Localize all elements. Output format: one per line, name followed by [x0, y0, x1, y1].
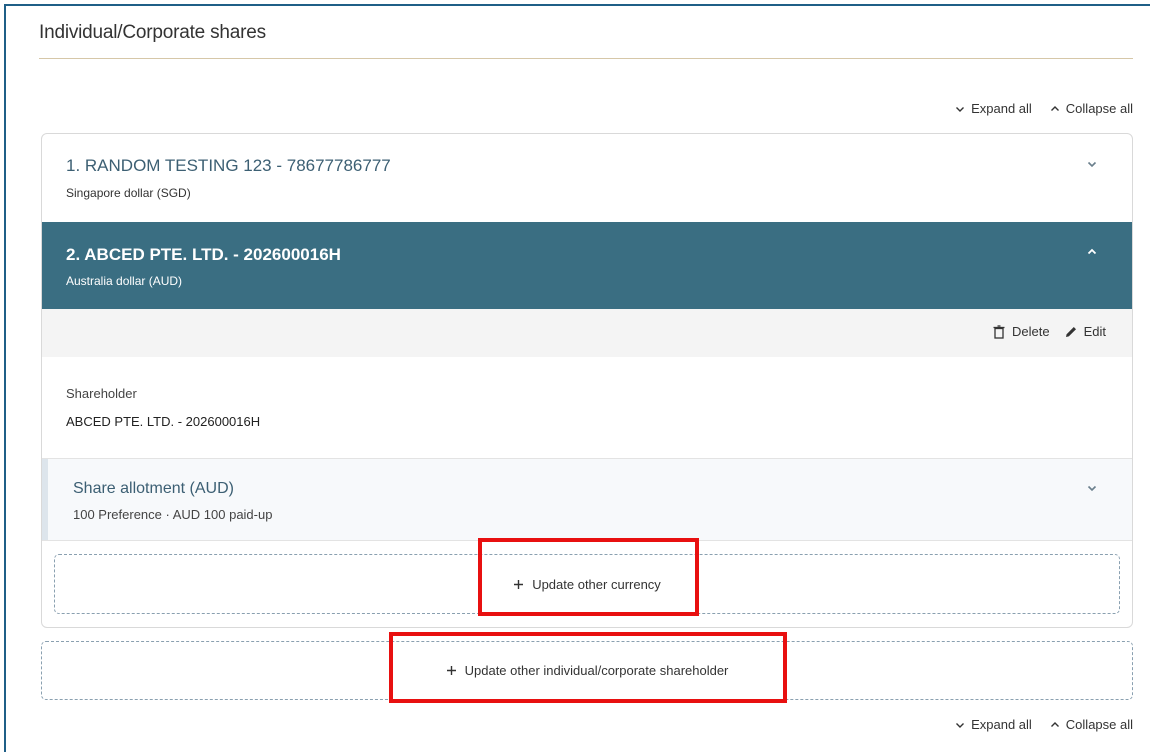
shareholder-accordion: 1. RANDOM TESTING 123 - 78677786777 Sing… — [41, 133, 1133, 628]
allotment-accent-bar — [42, 459, 48, 540]
expand-all-link-bottom[interactable]: Expand all — [955, 717, 1032, 732]
action-bar: Delete Edit — [42, 309, 1132, 357]
chevron-down-icon — [956, 106, 965, 112]
chevron-up-icon[interactable] — [1086, 246, 1098, 258]
shareholder-currency: Singapore dollar (SGD) — [66, 186, 191, 200]
chevron-up-icon — [1050, 105, 1059, 111]
edit-button[interactable]: Edit — [1064, 324, 1106, 339]
delete-button[interactable]: Delete — [992, 324, 1050, 339]
shareholder-field-label: Shareholder — [66, 386, 137, 401]
plus-icon — [446, 666, 456, 675]
collapse-all-label: Collapse all — [1065, 717, 1133, 732]
update-shareholder-label: Update other individual/corporate shareh… — [464, 663, 729, 678]
collapse-all-label: Collapse all — [1065, 101, 1133, 116]
delete-label: Delete — [1012, 324, 1050, 339]
shareholder-field-value: ABCED PTE. LTD. - 202600016H — [66, 414, 261, 429]
section-title: Individual/Corporate shares — [39, 22, 266, 43]
allotment-summary: 100 Preference · AUD 100 paid-up — [73, 507, 273, 522]
chevron-down-icon[interactable] — [1086, 158, 1098, 170]
shareholder-currency: Australia dollar (AUD) — [66, 274, 183, 288]
share-allotment-row[interactable]: Share allotment (AUD) 100 Preference · A… — [42, 458, 1132, 541]
title-divider — [39, 58, 1133, 59]
chevron-down-icon[interactable] — [1086, 482, 1098, 494]
update-other-shareholder-button[interactable]: Update other individual/corporate shareh… — [41, 641, 1133, 700]
update-currency-label: Update other currency — [532, 576, 661, 592]
trash-icon — [993, 324, 1005, 339]
update-other-currency-button[interactable]: Update other currency — [54, 554, 1120, 614]
expand-all-label: Expand all — [971, 101, 1032, 116]
expand-all-label: Expand all — [971, 717, 1032, 732]
collapse-all-link-top[interactable]: Collapse all — [1050, 101, 1133, 116]
shareholder-row-2[interactable]: 2. ABCED PTE. LTD. - 202600016H Australi… — [42, 222, 1132, 309]
expand-collapse-bottom: Expand all Collapse all — [955, 717, 1133, 732]
plus-icon — [514, 579, 524, 589]
expand-all-link-top[interactable]: Expand all — [955, 101, 1032, 116]
allotment-title: Share allotment (AUD) — [73, 480, 234, 497]
expand-collapse-top: Expand all Collapse all — [955, 101, 1133, 116]
shareholder-row-1[interactable]: 1. RANDOM TESTING 123 - 78677786777 Sing… — [42, 134, 1132, 222]
pencil-icon — [1065, 326, 1076, 337]
chevron-up-icon — [1050, 721, 1059, 727]
edit-label: Edit — [1083, 324, 1106, 339]
shareholder-name: 1. RANDOM TESTING 123 - 78677786777 — [66, 156, 391, 175]
collapse-all-link-bottom[interactable]: Collapse all — [1050, 717, 1133, 732]
shareholder-name: 2. ABCED PTE. LTD. - 202600016H — [66, 245, 341, 264]
chevron-down-icon — [956, 722, 965, 728]
